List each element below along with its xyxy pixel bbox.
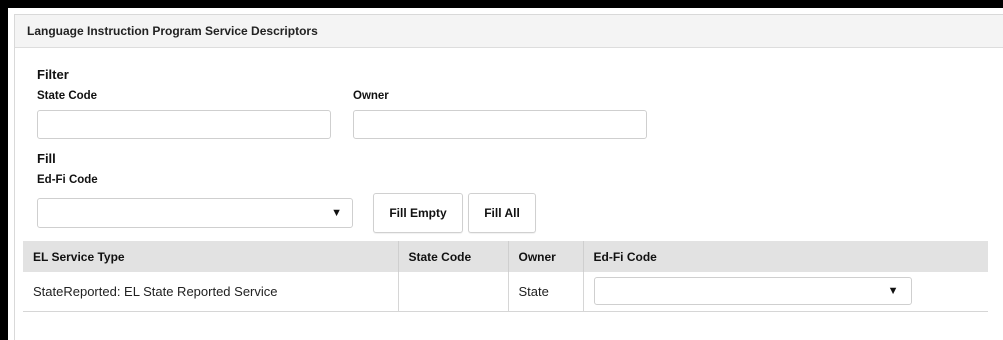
chevron-down-icon: ▼ — [887, 285, 899, 298]
edfi-code-fill-select[interactable]: ▼ — [37, 198, 353, 228]
table-row: StateReported: EL State Reported Service… — [23, 272, 988, 312]
state-code-filter-input[interactable] — [37, 110, 331, 139]
cell-state-code — [398, 272, 509, 312]
fill-heading: Fill — [37, 151, 56, 166]
panel-header: Language Instruction Program Service Des… — [15, 15, 1003, 48]
window-frame-top — [0, 0, 1003, 8]
column-header-state-code: State Code — [398, 241, 509, 272]
cell-service-type: StateReported: EL State Reported Service — [23, 272, 399, 312]
cell-owner: State — [508, 272, 584, 312]
column-header-edfi-code: Ed-Fi Code — [583, 241, 988, 272]
cell-edfi-code: ▼ — [583, 272, 988, 312]
fill-empty-button[interactable]: Fill Empty — [373, 193, 463, 233]
table-header-row: EL Service Type State Code Owner Ed-Fi C… — [23, 241, 988, 272]
edfi-code-label: Ed-Fi Code — [37, 174, 98, 186]
fill-all-button[interactable]: Fill All — [468, 193, 536, 233]
panel-title: Language Instruction Program Service Des… — [27, 24, 318, 38]
edfi-code-row-select[interactable]: ▼ — [593, 277, 912, 306]
filter-heading: Filter — [37, 67, 69, 82]
owner-filter-input[interactable] — [353, 110, 647, 139]
window-frame-left — [0, 0, 8, 340]
column-header-el-service-type: EL Service Type — [23, 241, 399, 272]
chevron-down-icon: ▼ — [331, 207, 342, 219]
owner-label: Owner — [353, 90, 389, 102]
state-code-label: State Code — [37, 90, 98, 102]
descriptor-mapping-table: EL Service Type State Code Owner Ed-Fi C… — [23, 241, 988, 312]
column-header-owner: Owner — [508, 241, 584, 272]
